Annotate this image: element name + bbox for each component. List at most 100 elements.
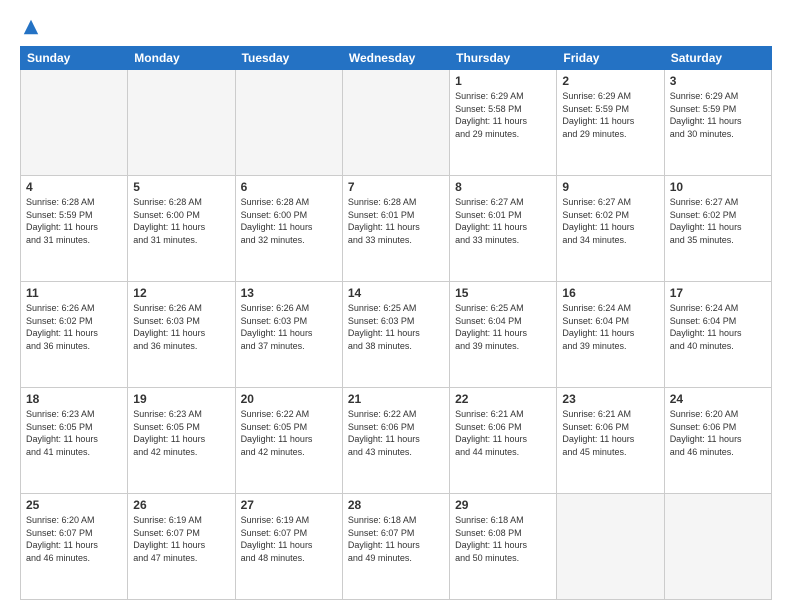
- day-info: Sunrise: 6:23 AM Sunset: 6:05 PM Dayligh…: [133, 408, 229, 458]
- calendar-cell: 3 Sunrise: 6:29 AM Sunset: 5:59 PM Daylig…: [664, 70, 771, 176]
- weekday-header: Tuesday: [235, 47, 342, 70]
- day-number: 6: [241, 180, 337, 194]
- calendar-cell: 2 Sunrise: 6:29 AM Sunset: 5:59 PM Daylig…: [557, 70, 664, 176]
- calendar-cell: [664, 494, 771, 600]
- day-info: Sunrise: 6:22 AM Sunset: 6:06 PM Dayligh…: [348, 408, 444, 458]
- day-info: Sunrise: 6:20 AM Sunset: 6:07 PM Dayligh…: [26, 514, 122, 564]
- day-info: Sunrise: 6:28 AM Sunset: 6:00 PM Dayligh…: [133, 196, 229, 246]
- day-number: 16: [562, 286, 658, 300]
- day-number: 17: [670, 286, 766, 300]
- calendar-cell: 26Sunrise: 6:19 AM Sunset: 6:07 PM Dayli…: [128, 494, 235, 600]
- day-info: Sunrise: 6:18 AM Sunset: 6:07 PM Dayligh…: [348, 514, 444, 564]
- day-info: Sunrise: 6:25 AM Sunset: 6:03 PM Dayligh…: [348, 302, 444, 352]
- calendar-cell: 19Sunrise: 6:23 AM Sunset: 6:05 PM Dayli…: [128, 388, 235, 494]
- logo: [20, 20, 40, 36]
- weekday-header: Sunday: [21, 47, 128, 70]
- calendar-cell: 12Sunrise: 6:26 AM Sunset: 6:03 PM Dayli…: [128, 282, 235, 388]
- day-number: 22: [455, 392, 551, 406]
- day-number: 3: [670, 74, 766, 88]
- calendar-cell: 29 Sunrise: 6:18 AM Sunset: 6:08 PM Dayli…: [450, 494, 557, 600]
- day-number: 9: [562, 180, 658, 194]
- logo-icon: [22, 18, 40, 36]
- day-number: 27: [241, 498, 337, 512]
- calendar-cell: 20 Sunrise: 6:22 AM Sunset: 6:05 PM Dayli…: [235, 388, 342, 494]
- calendar-cell: 24 Sunrise: 6:20 AM Sunset: 6:06 PM Dayli…: [664, 388, 771, 494]
- calendar-week-row: 25 Sunrise: 6:20 AM Sunset: 6:07 PM Dayli…: [21, 494, 772, 600]
- day-info: Sunrise: 6:21 AM Sunset: 6:06 PM Dayligh…: [455, 408, 551, 458]
- calendar-cell: 27 Sunrise: 6:19 AM Sunset: 6:07 PM Dayli…: [235, 494, 342, 600]
- day-number: 15: [455, 286, 551, 300]
- day-number: 21: [348, 392, 444, 406]
- day-info: Sunrise: 6:28 AM Sunset: 5:59 PM Dayligh…: [26, 196, 122, 246]
- day-info: Sunrise: 6:26 AM Sunset: 6:03 PM Dayligh…: [241, 302, 337, 352]
- day-number: 20: [241, 392, 337, 406]
- calendar-cell: 4 Sunrise: 6:28 AM Sunset: 5:59 PM Daylig…: [21, 176, 128, 282]
- weekday-header: Thursday: [450, 47, 557, 70]
- weekday-header: Monday: [128, 47, 235, 70]
- calendar-cell: 8Sunrise: 6:27 AM Sunset: 6:01 PM Daylig…: [450, 176, 557, 282]
- day-number: 12: [133, 286, 229, 300]
- day-info: Sunrise: 6:22 AM Sunset: 6:05 PM Dayligh…: [241, 408, 337, 458]
- calendar-cell: 25 Sunrise: 6:20 AM Sunset: 6:07 PM Dayli…: [21, 494, 128, 600]
- calendar-cell: 17 Sunrise: 6:24 AM Sunset: 6:04 PM Dayli…: [664, 282, 771, 388]
- calendar-cell: 18 Sunrise: 6:23 AM Sunset: 6:05 PM Dayli…: [21, 388, 128, 494]
- day-number: 28: [348, 498, 444, 512]
- calendar-week-row: 18 Sunrise: 6:23 AM Sunset: 6:05 PM Dayli…: [21, 388, 772, 494]
- calendar-cell: 28 Sunrise: 6:18 AM Sunset: 6:07 PM Dayli…: [342, 494, 449, 600]
- day-info: Sunrise: 6:28 AM Sunset: 6:01 PM Dayligh…: [348, 196, 444, 246]
- calendar-cell: 23Sunrise: 6:21 AM Sunset: 6:06 PM Dayli…: [557, 388, 664, 494]
- calendar-cell: [21, 70, 128, 176]
- day-info: Sunrise: 6:18 AM Sunset: 6:08 PM Dayligh…: [455, 514, 551, 564]
- day-number: 29: [455, 498, 551, 512]
- calendar-cell: [557, 494, 664, 600]
- day-info: Sunrise: 6:29 AM Sunset: 5:58 PM Dayligh…: [455, 90, 551, 140]
- day-info: Sunrise: 6:20 AM Sunset: 6:06 PM Dayligh…: [670, 408, 766, 458]
- weekday-header: Friday: [557, 47, 664, 70]
- day-number: 10: [670, 180, 766, 194]
- day-info: Sunrise: 6:27 AM Sunset: 6:02 PM Dayligh…: [562, 196, 658, 246]
- day-number: 2: [562, 74, 658, 88]
- day-number: 24: [670, 392, 766, 406]
- day-info: Sunrise: 6:29 AM Sunset: 5:59 PM Dayligh…: [562, 90, 658, 140]
- day-number: 11: [26, 286, 122, 300]
- calendar-cell: 10Sunrise: 6:27 AM Sunset: 6:02 PM Dayli…: [664, 176, 771, 282]
- calendar-week-row: 4 Sunrise: 6:28 AM Sunset: 5:59 PM Daylig…: [21, 176, 772, 282]
- calendar: SundayMondayTuesdayWednesdayThursdayFrid…: [20, 46, 772, 600]
- day-number: 26: [133, 498, 229, 512]
- day-info: Sunrise: 6:24 AM Sunset: 6:04 PM Dayligh…: [562, 302, 658, 352]
- day-info: Sunrise: 6:25 AM Sunset: 6:04 PM Dayligh…: [455, 302, 551, 352]
- calendar-cell: [235, 70, 342, 176]
- calendar-cell: 9 Sunrise: 6:27 AM Sunset: 6:02 PM Daylig…: [557, 176, 664, 282]
- calendar-week-row: 1 Sunrise: 6:29 AM Sunset: 5:58 PM Daylig…: [21, 70, 772, 176]
- calendar-cell: 15 Sunrise: 6:25 AM Sunset: 6:04 PM Dayli…: [450, 282, 557, 388]
- calendar-cell: 21 Sunrise: 6:22 AM Sunset: 6:06 PM Dayli…: [342, 388, 449, 494]
- calendar-cell: 6 Sunrise: 6:28 AM Sunset: 6:00 PM Daylig…: [235, 176, 342, 282]
- calendar-cell: 5 Sunrise: 6:28 AM Sunset: 6:00 PM Daylig…: [128, 176, 235, 282]
- calendar-cell: 22 Sunrise: 6:21 AM Sunset: 6:06 PM Dayli…: [450, 388, 557, 494]
- day-number: 25: [26, 498, 122, 512]
- day-info: Sunrise: 6:27 AM Sunset: 6:01 PM Dayligh…: [455, 196, 551, 246]
- calendar-cell: 14 Sunrise: 6:25 AM Sunset: 6:03 PM Dayli…: [342, 282, 449, 388]
- page-header: [20, 16, 772, 36]
- calendar-cell: 13 Sunrise: 6:26 AM Sunset: 6:03 PM Dayli…: [235, 282, 342, 388]
- day-number: 18: [26, 392, 122, 406]
- day-number: 13: [241, 286, 337, 300]
- calendar-week-row: 11 Sunrise: 6:26 AM Sunset: 6:02 PM Dayli…: [21, 282, 772, 388]
- day-number: 5: [133, 180, 229, 194]
- weekday-header-row: SundayMondayTuesdayWednesdayThursdayFrid…: [21, 47, 772, 70]
- day-number: 23: [562, 392, 658, 406]
- day-number: 1: [455, 74, 551, 88]
- calendar-cell: 1 Sunrise: 6:29 AM Sunset: 5:58 PM Daylig…: [450, 70, 557, 176]
- day-info: Sunrise: 6:23 AM Sunset: 6:05 PM Dayligh…: [26, 408, 122, 458]
- day-number: 14: [348, 286, 444, 300]
- day-info: Sunrise: 6:26 AM Sunset: 6:02 PM Dayligh…: [26, 302, 122, 352]
- calendar-cell: [342, 70, 449, 176]
- day-info: Sunrise: 6:29 AM Sunset: 5:59 PM Dayligh…: [670, 90, 766, 140]
- day-number: 4: [26, 180, 122, 194]
- calendar-cell: 7Sunrise: 6:28 AM Sunset: 6:01 PM Daylig…: [342, 176, 449, 282]
- day-info: Sunrise: 6:19 AM Sunset: 6:07 PM Dayligh…: [241, 514, 337, 564]
- calendar-cell: 16 Sunrise: 6:24 AM Sunset: 6:04 PM Dayli…: [557, 282, 664, 388]
- day-info: Sunrise: 6:28 AM Sunset: 6:00 PM Dayligh…: [241, 196, 337, 246]
- weekday-header: Saturday: [664, 47, 771, 70]
- day-info: Sunrise: 6:24 AM Sunset: 6:04 PM Dayligh…: [670, 302, 766, 352]
